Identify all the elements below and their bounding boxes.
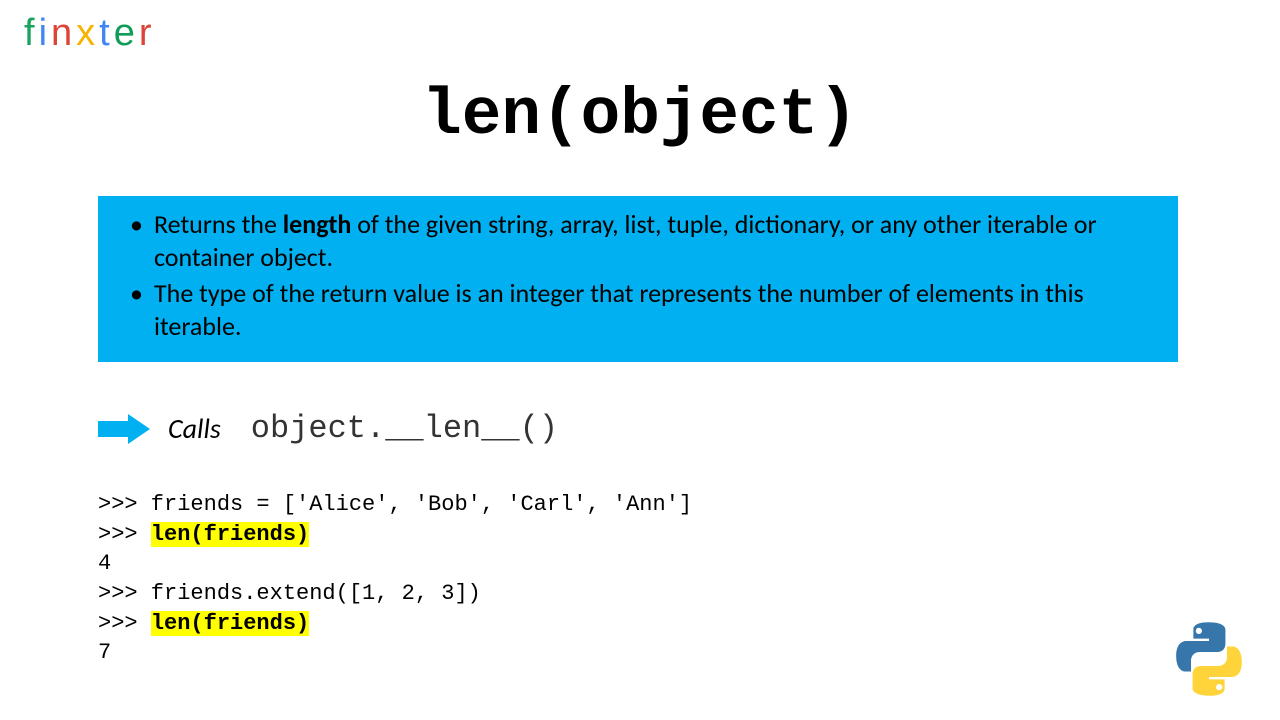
description-bullet-2: The type of the return value is an integ…	[120, 277, 1156, 342]
code-prompt: >>>	[98, 611, 151, 636]
text: Returns the	[154, 208, 283, 240]
logo-letter: n	[51, 12, 76, 55]
code-prompt: >>>	[98, 522, 151, 547]
description-panel: Returns the length of the given string, …	[98, 196, 1178, 362]
arrow-right-icon	[98, 414, 150, 444]
code-output: 7	[98, 640, 111, 665]
code-line: >>> friends = ['Alice', 'Bob', 'Carl', '…	[98, 492, 692, 517]
logo-letter: r	[139, 12, 156, 55]
code-example: >>> friends = ['Alice', 'Bob', 'Carl', '…	[98, 490, 692, 668]
logo-letter: f	[24, 12, 39, 55]
calls-label: Calls	[168, 411, 221, 446]
logo-letter: i	[39, 12, 51, 55]
brand-logo: finxter	[24, 12, 156, 55]
description-bullet-1: Returns the length of the given string, …	[120, 208, 1156, 273]
calls-code: object.__len__()	[251, 410, 558, 447]
logo-letter: x	[76, 12, 99, 55]
code-highlight: len(friends)	[151, 522, 309, 547]
logo-letter: t	[99, 12, 114, 55]
code-output: 4	[98, 551, 111, 576]
python-logo-icon	[1166, 616, 1252, 702]
page-title: len(object)	[0, 78, 1280, 153]
code-line: >>> friends.extend([1, 2, 3])	[98, 581, 481, 606]
logo-letter: e	[114, 12, 139, 55]
text-strong: length	[283, 208, 352, 240]
code-highlight: len(friends)	[151, 611, 309, 636]
calls-row: Calls object.__len__()	[98, 410, 558, 447]
